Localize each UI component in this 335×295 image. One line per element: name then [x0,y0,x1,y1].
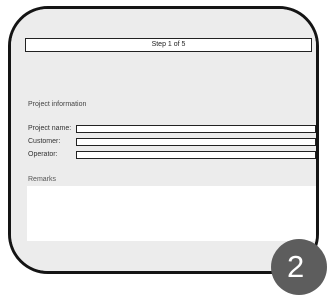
step-number-badge: 2 [271,239,327,295]
project-name-row: Project name: [28,124,316,134]
operator-row: Operator: [28,150,316,160]
customer-input[interactable] [76,138,316,146]
project-name-input[interactable] [76,125,316,133]
device-frame: Step 1 of 5 Project information Project … [8,6,319,274]
remarks-textarea[interactable] [27,186,316,241]
section-title: Project information [28,101,87,108]
customer-label: Customer: [28,138,61,145]
operator-input[interactable] [76,151,316,159]
screen: Step 1 of 5 Project information Project … [11,9,316,271]
customer-row: Customer: [28,137,316,147]
project-name-label: Project name: [28,125,72,132]
remarks-label: Remarks [28,176,57,183]
step-indicator: Step 1 of 5 [25,38,312,52]
operator-label: Operator: [28,151,58,158]
